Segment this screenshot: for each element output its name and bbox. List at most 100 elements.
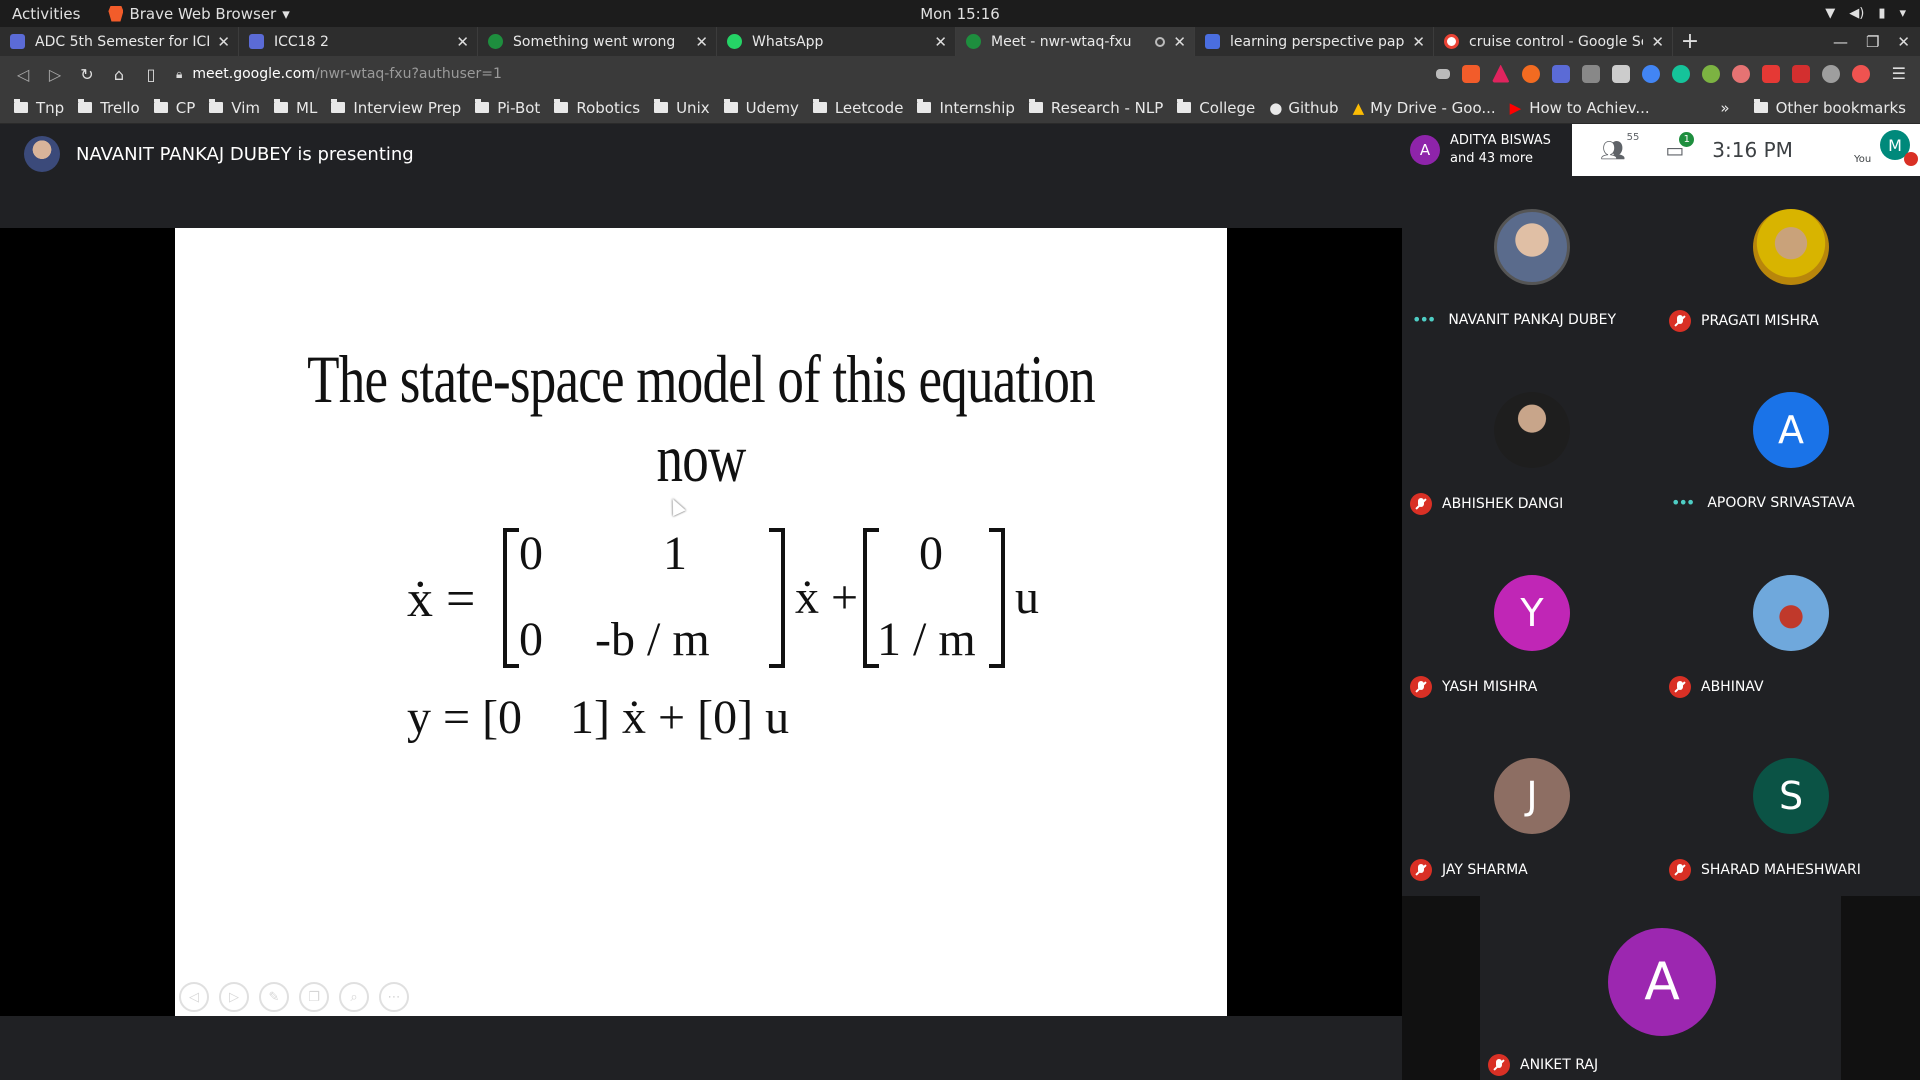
bookmark-folder[interactable]: Vim: [209, 99, 260, 117]
bookmark-folder[interactable]: Research - NLP: [1028, 99, 1163, 117]
forward-icon[interactable]: ▷: [40, 65, 70, 84]
brave-rewards-icon[interactable]: [1491, 64, 1510, 83]
avatar: [24, 136, 60, 172]
extension-red-icon[interactable]: [1791, 64, 1810, 83]
close-icon[interactable]: ✕: [934, 33, 947, 51]
avatar: A: [1410, 135, 1440, 165]
extension-shield-icon[interactable]: [1761, 64, 1780, 83]
participant-tile[interactable]: A ANIKET RAJ: [1480, 896, 1841, 1080]
participant-tile[interactable]: J JAY SHARMA: [1402, 725, 1661, 908]
bookmark-drive[interactable]: ▲ My Drive - Goo...: [1353, 99, 1496, 117]
bookmark-folder[interactable]: Udemy: [723, 99, 799, 117]
close-icon[interactable]: ✕: [217, 33, 230, 51]
restore-icon[interactable]: ❐: [1866, 33, 1879, 51]
pen-icon[interactable]: ✎: [259, 982, 289, 1012]
eq1-mid: ẋ +: [795, 571, 859, 624]
extension-blue-icon[interactable]: [1551, 64, 1570, 83]
participant-tile[interactable]: A ••• APOORV SRIVASTAVA: [1661, 359, 1920, 542]
bookmark-youtube[interactable]: ▶ How to Achiev...: [1510, 99, 1650, 117]
bookmark-label: Other bookmarks: [1775, 98, 1906, 117]
tab-cruise-control[interactable]: cruise control - Google Sea ✕: [1434, 27, 1673, 56]
bookmark-folder[interactable]: Unix: [654, 99, 710, 117]
participant-tile[interactable]: ABHISHEK DANGI: [1402, 359, 1661, 542]
extension-add-icon[interactable]: [1701, 64, 1720, 83]
new-tab-button[interactable]: +: [1673, 27, 1707, 56]
activities-button[interactable]: Activities: [12, 5, 80, 23]
tab-adc[interactable]: ADC 5th Semester for ICE y ✕: [0, 27, 239, 56]
meet-favicon-icon: [488, 34, 503, 49]
tab-strip: ADC 5th Semester for ICE y ✕ ICC18 2 ✕ S…: [0, 27, 1920, 56]
tab-whatsapp[interactable]: WhatsApp ✕: [717, 27, 956, 56]
tab-learning-paper[interactable]: learning perspective paper ✕: [1195, 27, 1434, 56]
participants-summary[interactable]: A ADITYA BISWAS and 43 more: [1402, 124, 1572, 176]
extension-play-icon[interactable]: [1611, 64, 1630, 83]
previous-slide-icon[interactable]: ◁: [179, 982, 209, 1012]
bookmark-folder[interactable]: Internship: [917, 99, 1015, 117]
people-button[interactable]: 👥︎ 55: [1600, 132, 1639, 162]
extension-orange-icon[interactable]: [1521, 64, 1540, 83]
back-icon[interactable]: ◁: [8, 65, 38, 84]
bookmark-folder[interactable]: Trello: [78, 99, 140, 117]
folder-icon: [78, 99, 93, 113]
participant-name: NAVANIT PANKAJ DUBEY: [1448, 311, 1617, 328]
other-bookmarks[interactable]: Other bookmarks: [1753, 98, 1906, 117]
camera-icon[interactable]: [1435, 68, 1450, 79]
participant-name: PRAGATI MISHRA: [1701, 313, 1819, 329]
brave-shields-icon[interactable]: [1461, 64, 1480, 83]
close-icon[interactable]: ✕: [1412, 33, 1425, 51]
bookmark-folder[interactable]: College: [1177, 99, 1255, 117]
participant-tile[interactable]: S SHARAD MAHESHWARI: [1661, 725, 1920, 908]
participant-tile[interactable]: PRAGATI MISHRA: [1661, 176, 1920, 359]
extension-google-icon[interactable]: [1641, 64, 1660, 83]
extension-gray-icon[interactable]: [1581, 64, 1600, 83]
extension-grammarly-icon[interactable]: [1671, 64, 1690, 83]
close-icon[interactable]: ✕: [1651, 33, 1664, 51]
more-options-icon[interactable]: ⋯: [379, 982, 409, 1012]
bookmark-github[interactable]: ● Github: [1269, 99, 1338, 117]
bookmark-folder[interactable]: CP: [153, 99, 195, 117]
bookmark-label: Trello: [100, 98, 140, 117]
self-view[interactable]: M You: [1854, 130, 1918, 166]
bookmark-folder[interactable]: Pi-Bot: [475, 99, 540, 117]
system-clock[interactable]: Mon 15:16: [920, 5, 1000, 23]
extension-alarm-icon[interactable]: [1731, 64, 1750, 83]
bookmark-folder[interactable]: Robotics: [554, 99, 640, 117]
more-bookmarks-button[interactable]: »: [1720, 99, 1729, 117]
system-tray[interactable]: ▼ ◀) ▮ ▾: [1825, 6, 1906, 21]
menu-icon[interactable]: ☰: [1892, 64, 1906, 83]
bookmark-label: Github: [1288, 98, 1339, 117]
bookmark-folder[interactable]: Tnp: [14, 99, 64, 117]
close-icon[interactable]: ✕: [695, 33, 708, 51]
copy-icon[interactable]: ❐: [299, 982, 329, 1012]
bookmark-folder[interactable]: Interview Prep: [331, 99, 461, 117]
mic-muted-icon: [1904, 152, 1918, 166]
address-bar[interactable]: 🔒︎ meet.google.com /nwr-wtaq-fxu?authuse…: [176, 61, 1426, 87]
presentation-stage[interactable]: The state-space model of this equation n…: [0, 228, 1402, 1016]
next-slide-icon[interactable]: ▷: [219, 982, 249, 1012]
extension-owl-icon[interactable]: [1821, 64, 1840, 83]
tab-meet[interactable]: Meet - nwr-wtaq-fxu ✕: [956, 27, 1195, 56]
participant-tile[interactable]: ••• NAVANIT PANKAJ DUBEY: [1402, 176, 1661, 359]
extension-record-icon[interactable]: [1851, 64, 1870, 83]
folder-icon: [554, 99, 569, 113]
tab-something-wrong[interactable]: Something went wrong ✕: [478, 27, 717, 56]
participant-tile[interactable]: Y YASH MISHRA: [1402, 542, 1661, 725]
bookmark-icon[interactable]: ▯: [136, 65, 166, 84]
avatar: A: [1608, 928, 1716, 1036]
reload-icon[interactable]: ↻: [72, 65, 102, 84]
close-window-icon[interactable]: ✕: [1897, 33, 1910, 51]
system-top-bar: Activities Brave Web Browser ▾ Mon 15:16…: [0, 0, 1920, 27]
close-icon[interactable]: ✕: [1173, 33, 1186, 51]
bookmark-folder[interactable]: Leetcode: [812, 99, 903, 117]
tab-icc18[interactable]: ICC18 2 ✕: [239, 27, 478, 56]
chat-button[interactable]: ▭ 1: [1665, 132, 1695, 162]
zoom-icon[interactable]: ⌕: [339, 982, 369, 1012]
participant-tile[interactable]: ABHINAV: [1661, 542, 1920, 725]
app-menu[interactable]: Brave Web Browser ▾: [108, 5, 290, 23]
home-icon[interactable]: ⌂: [104, 65, 134, 84]
close-icon[interactable]: ✕: [456, 33, 469, 51]
minimize-icon[interactable]: —: [1833, 33, 1848, 51]
avatar: [1494, 392, 1570, 468]
bookmark-folder[interactable]: ML: [274, 99, 317, 117]
mic-muted-icon: [1669, 310, 1691, 332]
